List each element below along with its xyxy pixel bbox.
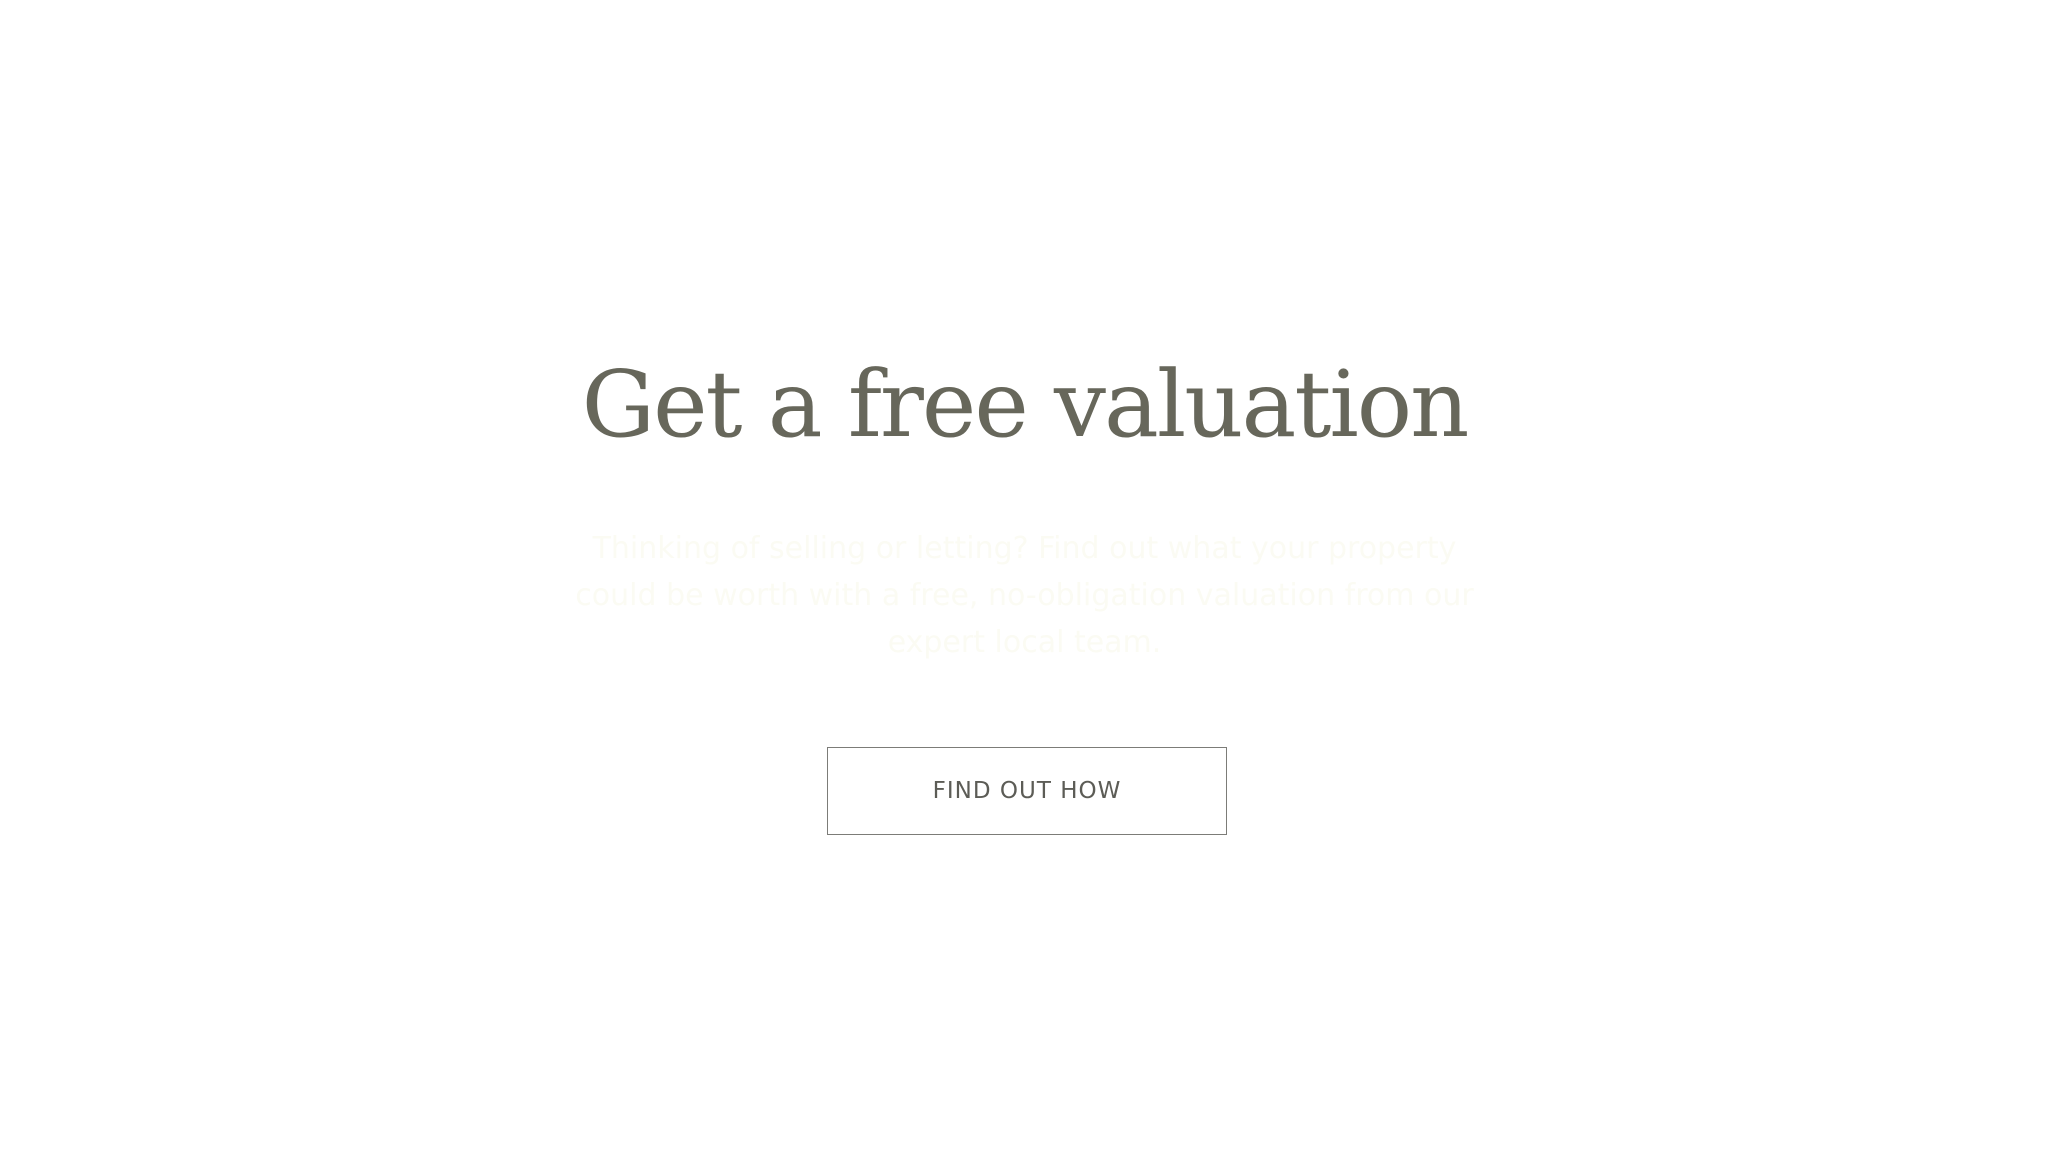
find-out-how-button-label: FIND OUT HOW [932,778,1122,804]
section-description: Thinking of selling or letting? Find out… [575,531,1474,660]
valuation-section: Get a free valuation Thinking of selling… [0,0,2049,1152]
find-out-how-button[interactable]: FIND OUT HOW [827,747,1227,835]
page-title: Get a free valuation [581,351,1470,458]
